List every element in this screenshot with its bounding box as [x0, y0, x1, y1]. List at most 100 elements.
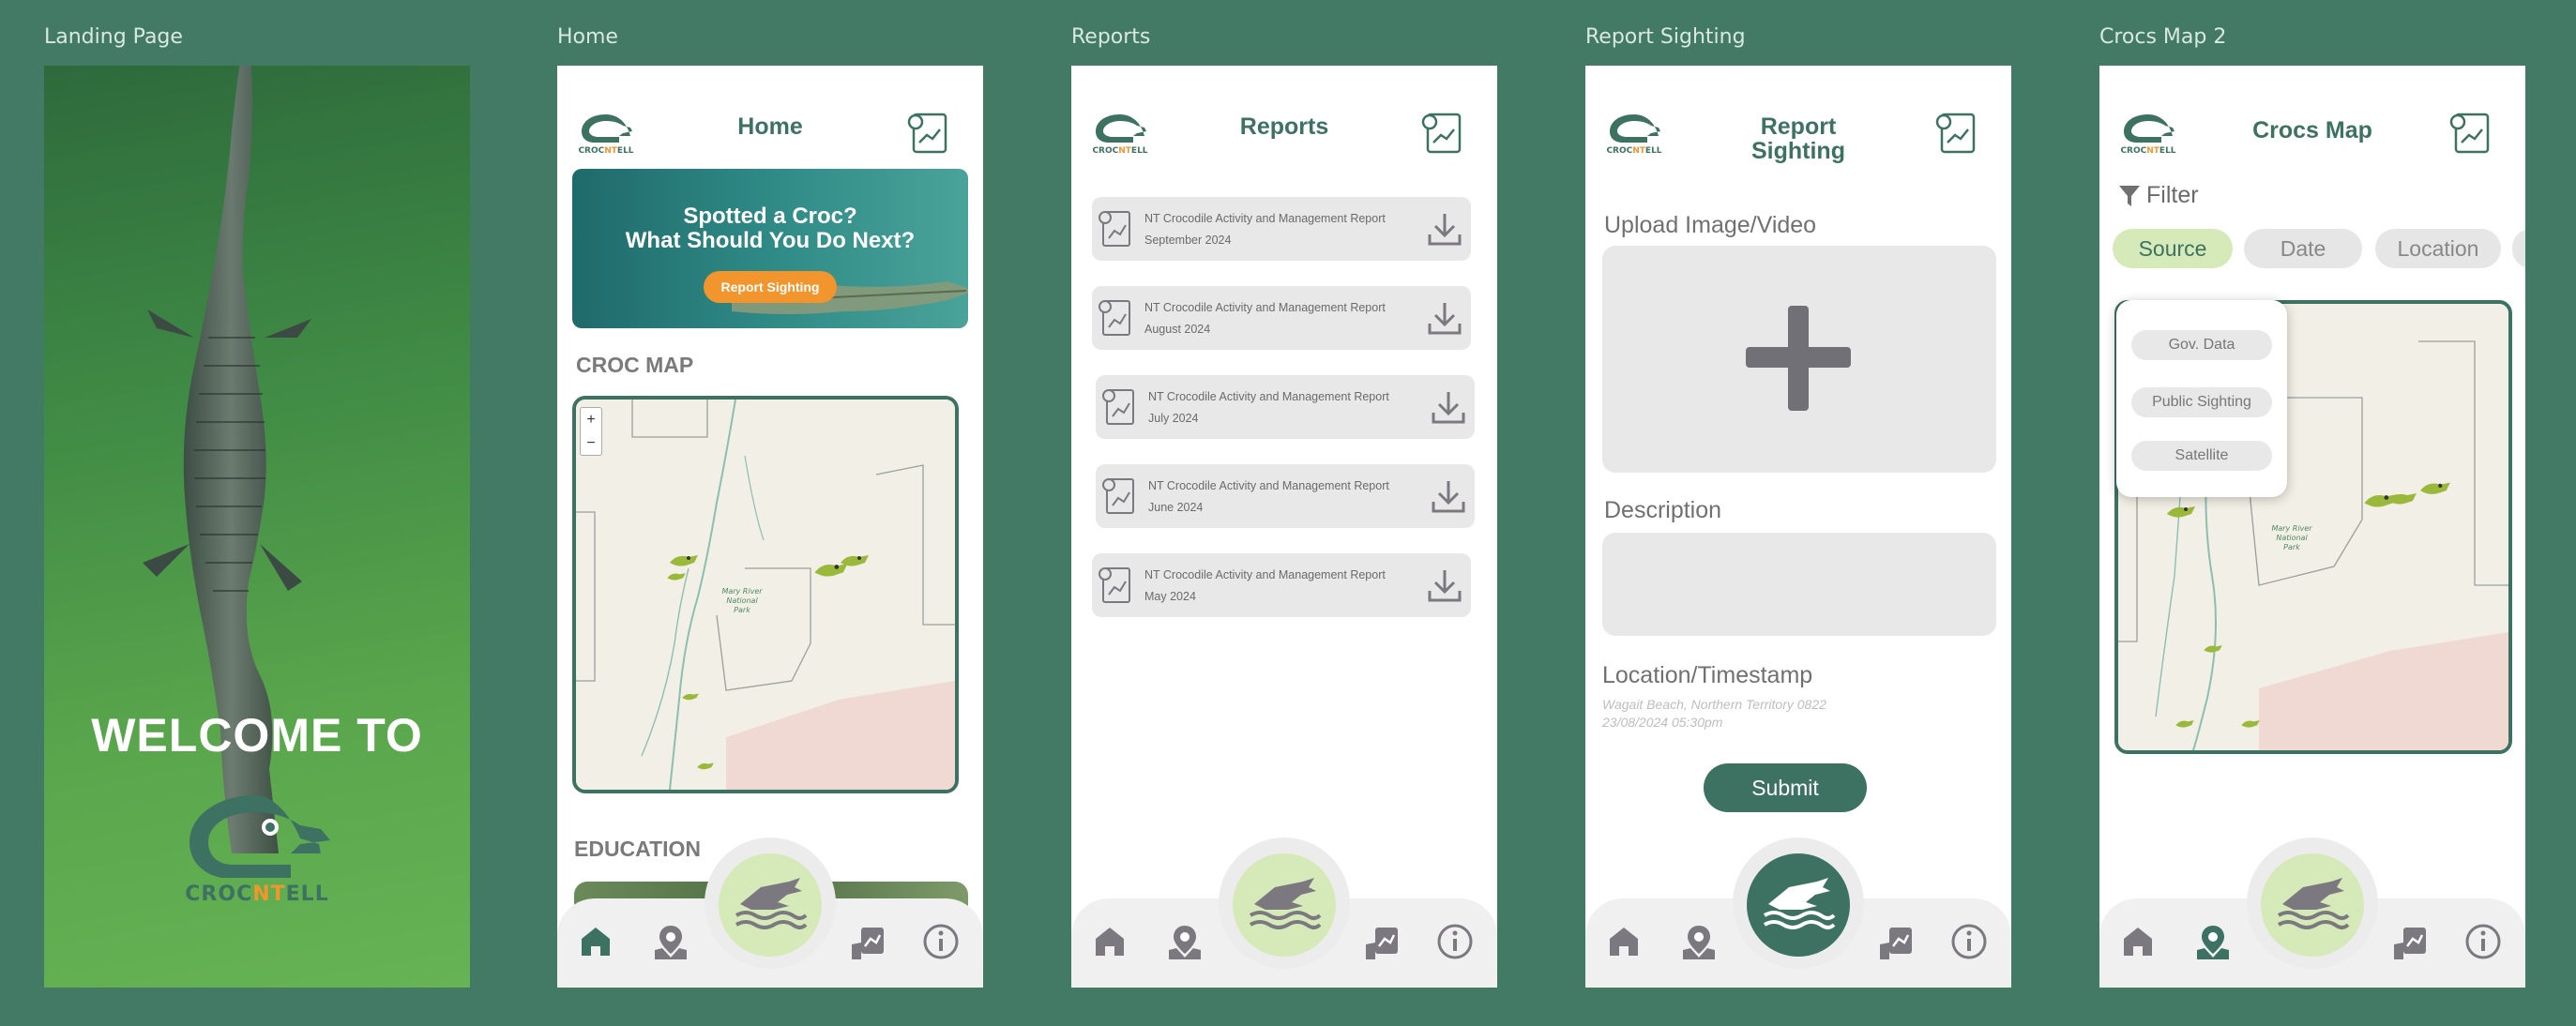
report-title: NT Crocodile Activity and Management Rep… — [1144, 568, 1386, 581]
download-icon[interactable] — [1426, 299, 1463, 337]
frame-label-reports: Reports — [1071, 25, 1151, 49]
description-input[interactable] — [1602, 533, 1996, 636]
filter-icon — [2119, 186, 2140, 206]
croc-marker-icon[interactable] — [2387, 488, 2418, 510]
home-icon[interactable] — [1604, 922, 1644, 961]
home-icon[interactable] — [1090, 922, 1129, 961]
title-line1: Report — [1760, 113, 1837, 140]
info-icon[interactable] — [2463, 922, 2503, 961]
location-timestamp: 23/08/2024 05:30pm — [1602, 715, 1723, 730]
report-document-icon[interactable] — [2448, 111, 2493, 156]
frame-label-crocs-map: Crocs Map 2 — [2099, 25, 2227, 49]
welcome-heading: WELCOME TO — [91, 709, 423, 762]
filter-pill-location[interactable]: Location — [2375, 229, 2501, 268]
title-line2: Sighting — [1751, 138, 1845, 164]
filter-pill-source[interactable]: Source — [2113, 229, 2233, 268]
source-option-satellite[interactable]: Satellite — [2131, 441, 2272, 471]
download-icon[interactable] — [1430, 388, 1467, 426]
croc-marker-icon[interactable] — [2165, 501, 2197, 523]
nav-center-button[interactable] — [719, 853, 822, 957]
svg-text:CROCNTELL: CROCNTELL — [1606, 146, 1661, 156]
croc-marker-icon[interactable] — [666, 568, 687, 585]
croc-marker-icon[interactable] — [681, 690, 700, 703]
description-label: Description — [1604, 497, 1722, 523]
report-pin-icon[interactable] — [1362, 922, 1402, 961]
report-pin-icon[interactable] — [2390, 922, 2430, 961]
report-item[interactable]: NT Crocodile Activity and Management Rep… — [1096, 464, 1475, 528]
download-icon[interactable] — [1430, 477, 1467, 515]
nav-center-button[interactable] — [2261, 853, 2364, 957]
svg-text:Mary River: Mary River — [721, 587, 763, 596]
croc-marker-icon[interactable] — [2418, 476, 2452, 501]
landing-frame: WELCOME TO CROCNTELL — [44, 66, 470, 988]
map-pin-icon[interactable] — [1165, 922, 1205, 961]
page-title: Reports — [1239, 113, 1329, 140]
report-date: May 2024 — [1144, 590, 1196, 603]
report-file-icon — [1099, 300, 1130, 336]
map-pin-icon[interactable] — [2193, 922, 2233, 961]
report-date: July 2024 — [1148, 412, 1199, 425]
map-tiles: Mary River National Park — [576, 400, 955, 790]
report-document-icon[interactable] — [1420, 111, 1465, 156]
report-sighting-button[interactable]: Report Sighting — [704, 271, 837, 303]
report-item[interactable]: NT Crocodile Activity and Management Rep… — [1092, 553, 1471, 617]
croc-marker-icon[interactable] — [839, 550, 871, 572]
source-option-gov-data[interactable]: Gov. Data — [2131, 330, 2272, 360]
croc-logo-icon[interactable]: CROCNTELL — [2120, 111, 2176, 156]
filter-toggle[interactable]: Filter — [2118, 182, 2199, 209]
location-label: Location/Timestamp — [1602, 662, 1813, 688]
download-icon[interactable] — [1426, 210, 1463, 248]
page-title: Report Sighting — [1679, 114, 1917, 163]
zoom-in-button[interactable]: + — [581, 408, 601, 431]
report-file-icon — [1099, 567, 1130, 603]
report-item[interactable]: NT Crocodile Activity and Management Rep… — [1092, 286, 1471, 350]
report-pin-icon[interactable] — [848, 922, 887, 961]
croc-marker-icon[interactable] — [696, 760, 715, 773]
banner-line1: Spotted a Croc? — [683, 204, 857, 229]
home-icon[interactable] — [2118, 922, 2158, 961]
report-item[interactable]: NT Crocodile Activity and Management Rep… — [1092, 197, 1471, 261]
report-sighting-banner: Spotted a Croc? What Should You Do Next?… — [572, 169, 968, 328]
croc-logo-icon[interactable]: CROCNTELL — [578, 111, 634, 156]
download-icon[interactable] — [1426, 566, 1463, 604]
croc-marker-icon[interactable] — [2174, 717, 2195, 732]
report-title: NT Crocodile Activity and Management Rep… — [1144, 301, 1386, 314]
zoom-out-button[interactable]: − — [581, 431, 601, 455]
nav-center-button[interactable] — [1233, 853, 1336, 957]
filter-pill-more[interactable] — [2512, 229, 2525, 268]
croc-map[interactable]: Mary River National Park + − — [572, 396, 959, 793]
zoom-control[interactable]: + − — [580, 407, 602, 456]
report-document-icon[interactable] — [1934, 111, 1979, 156]
croc-marker-icon[interactable] — [2240, 717, 2261, 732]
croc-logo-icon[interactable]: CROCNTELL — [1092, 111, 1148, 156]
nav-center-button[interactable] — [1747, 853, 1850, 957]
source-option-public-sighting[interactable]: Public Sighting — [2131, 387, 2272, 417]
report-title: NT Crocodile Activity and Management Rep… — [1144, 212, 1386, 225]
upload-dropzone[interactable] — [1602, 246, 1996, 473]
croc-marker-icon[interactable] — [2203, 641, 2223, 656]
home-icon[interactable] — [576, 922, 615, 961]
report-document-icon[interactable] — [906, 111, 951, 156]
info-icon[interactable] — [1435, 922, 1475, 961]
info-icon[interactable] — [1949, 922, 1989, 961]
report-file-icon — [1102, 478, 1134, 514]
filter-pill-date[interactable]: Date — [2244, 229, 2362, 268]
croc-center-icon — [1249, 878, 1322, 929]
reports-frame: CROCNTELL Reports NT Crocodile Activity … — [1071, 66, 1497, 988]
submit-button[interactable]: Submit — [1704, 763, 1867, 812]
home-frame: CROCNTELL Home Spotted a Croc? What Shou… — [557, 66, 983, 988]
education-title: EDUCATION — [574, 837, 702, 861]
croc-logo-icon[interactable]: CROCNTELL — [1606, 111, 1662, 156]
frame-label-landing: Landing Page — [44, 25, 183, 49]
location-value[interactable]: Wagait Beach, Northern Territory 0822 23… — [1602, 696, 1826, 732]
croc-map-title: CROC MAP — [576, 353, 694, 377]
report-item[interactable]: NT Crocodile Activity and Management Rep… — [1096, 375, 1475, 439]
report-date: September 2024 — [1144, 234, 1232, 247]
svg-text:National: National — [726, 596, 758, 605]
report-pin-icon[interactable] — [1876, 922, 1916, 961]
report-sighting-frame: CROCNTELL Report Sighting Upload Image/V… — [1585, 66, 2011, 988]
map-pin-icon[interactable] — [1679, 922, 1719, 961]
info-icon[interactable] — [921, 922, 961, 961]
map-pin-icon[interactable] — [651, 922, 690, 961]
croc-nt-ell-logo-icon: CROCNTELL — [185, 795, 330, 905]
